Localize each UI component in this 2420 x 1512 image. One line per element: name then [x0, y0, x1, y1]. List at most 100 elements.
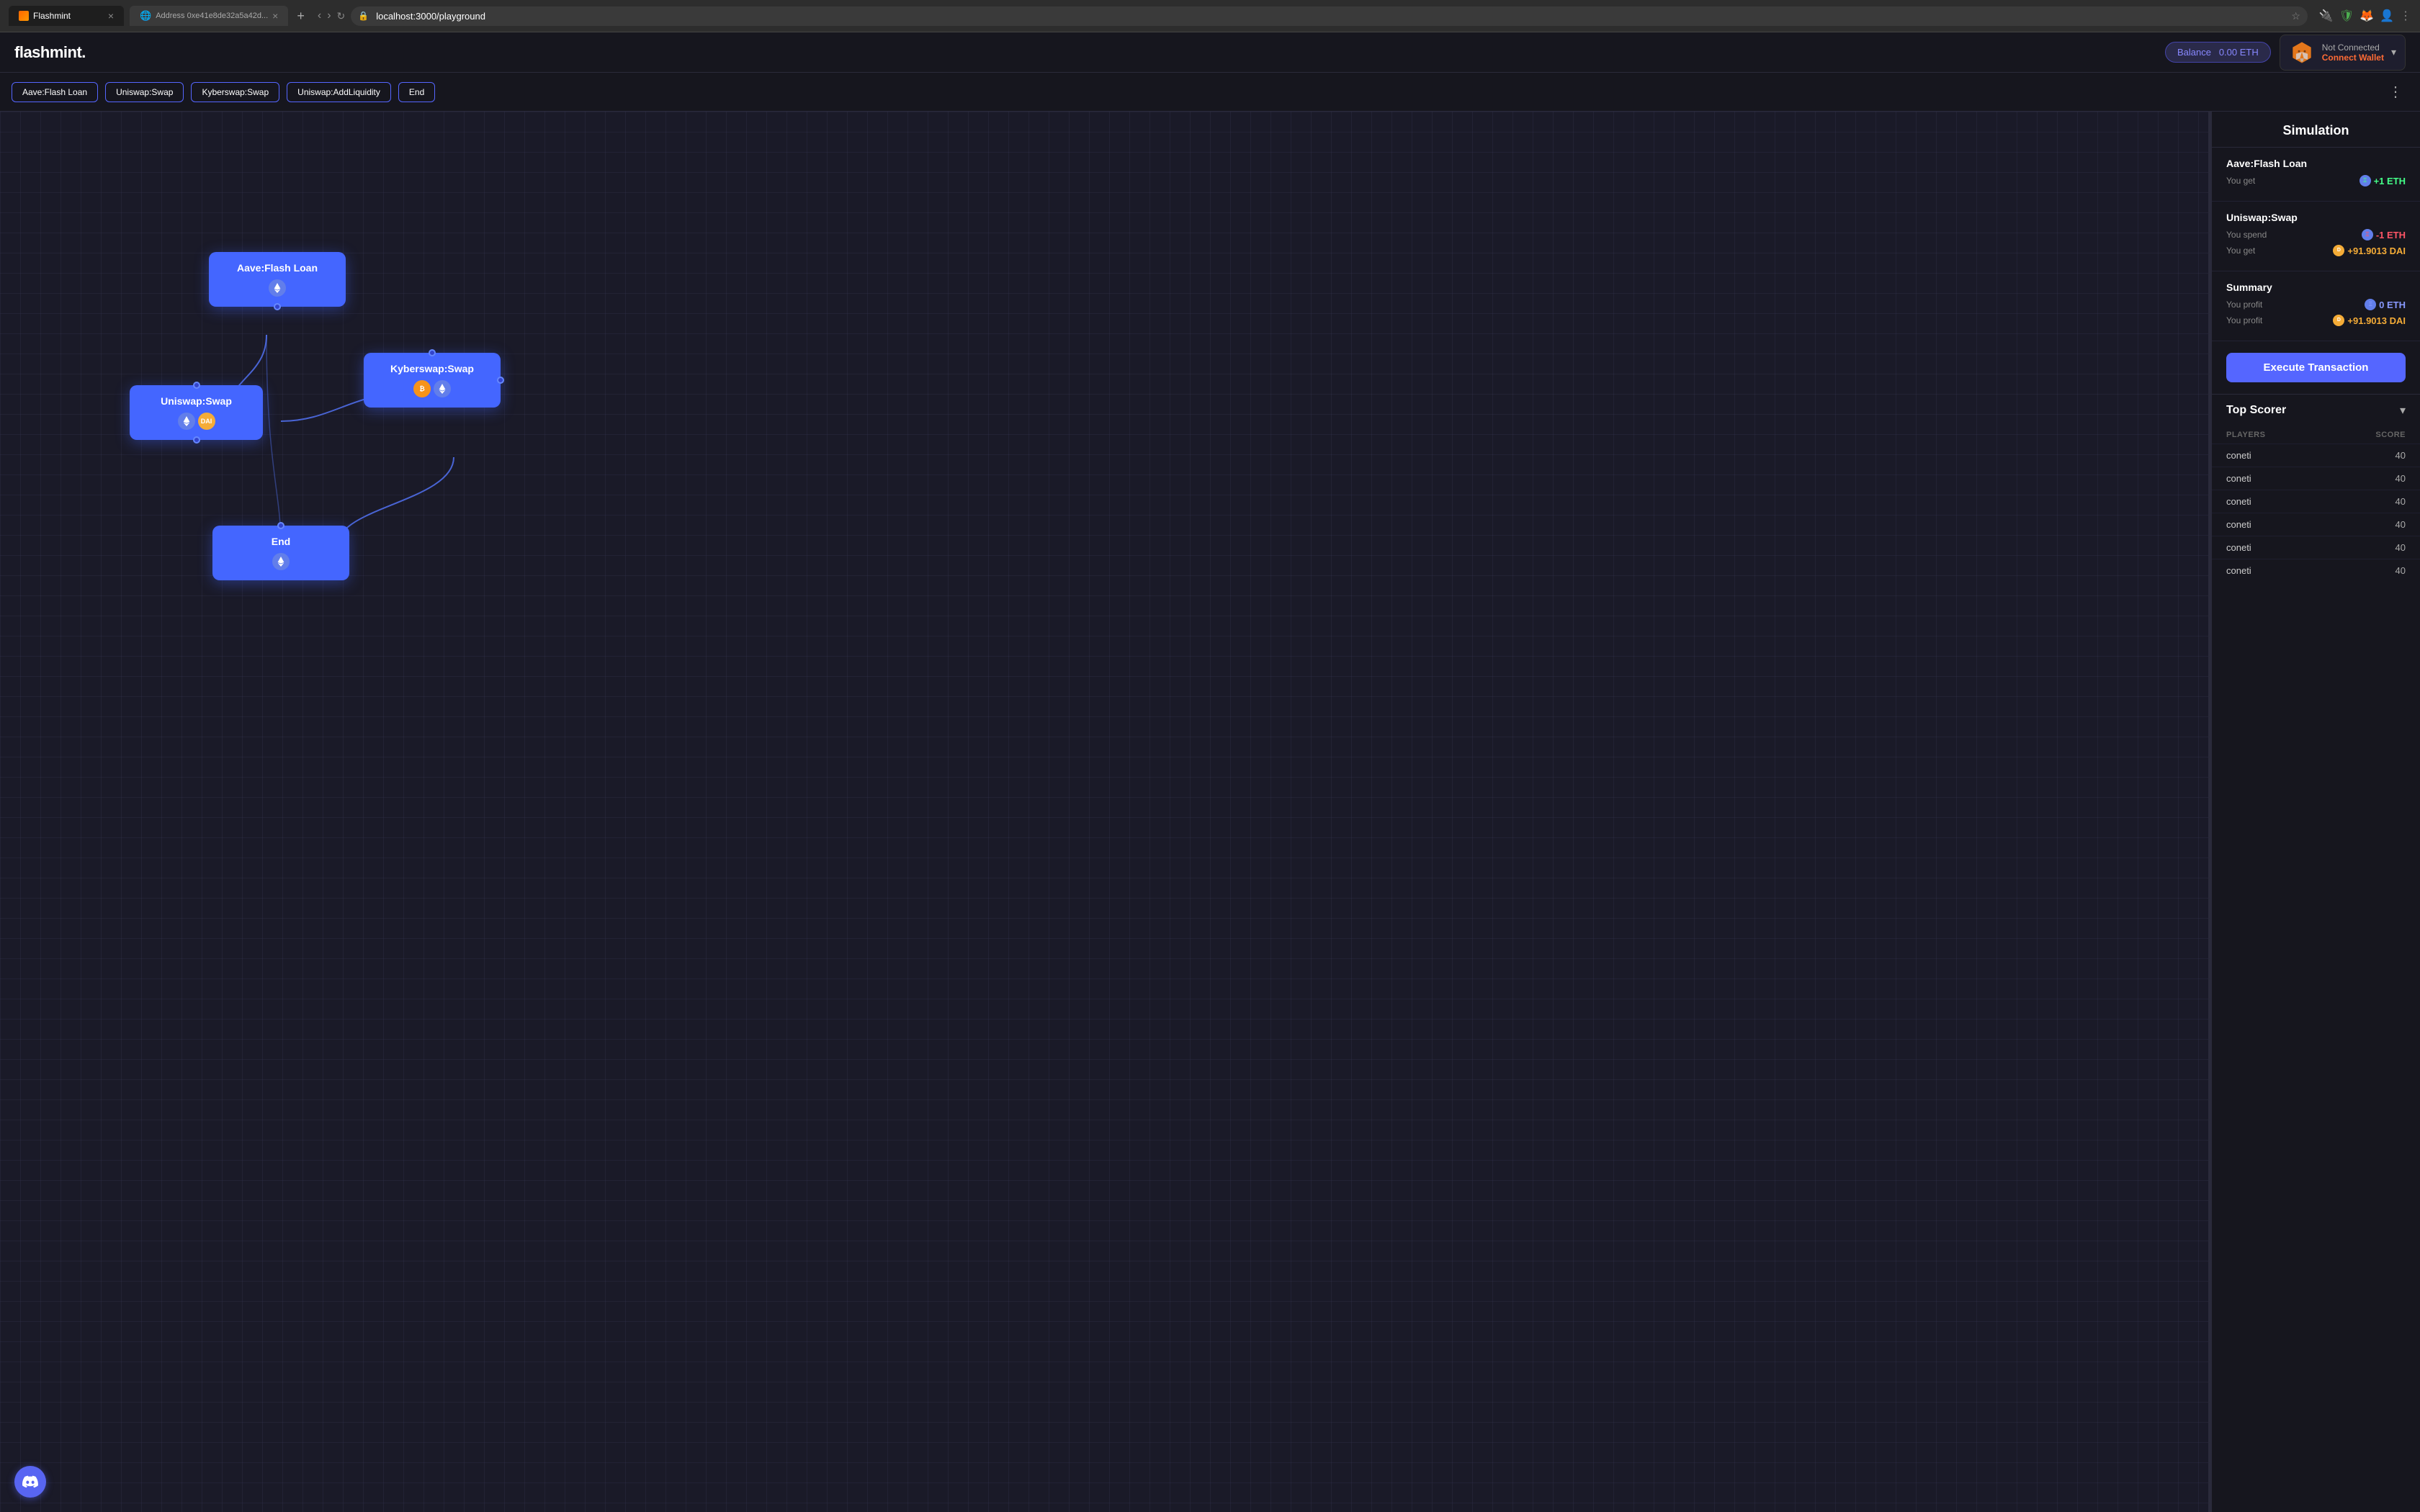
new-tab-button[interactable]: + — [297, 9, 305, 24]
eth-icon-small-3: Ξ — [2365, 299, 2376, 310]
scorer-cell-score: 40 — [2323, 467, 2420, 490]
scorer-row: coneti 40 — [2212, 513, 2420, 536]
toolbar-btn-aave-flash-loan[interactable]: Aave:Flash Loan — [12, 82, 98, 102]
extension-icon-3[interactable]: 🦊 — [2360, 9, 2374, 23]
token-btc-icon: ₿ — [413, 380, 431, 397]
scorer-header[interactable]: Top Scorer ▾ — [2212, 394, 2420, 426]
wallet-info: Not Connected Connect Wallet — [2322, 42, 2384, 63]
canvas-area[interactable]: Aave:Flash Loan Uniswap:Swap DAI — [0, 112, 2208, 1512]
tab-flashmint[interactable]: Flashmint × — [9, 6, 124, 26]
secure-icon: 🔒 — [358, 11, 369, 21]
top-scorer-section: Top Scorer ▾ PLAYERS SCORE coneti 40 con… — [2212, 394, 2420, 589]
sim-label-uniswap-get: You get — [2226, 246, 2255, 256]
node-kyberswap-conn-top — [429, 349, 436, 356]
scorer-row: coneti 40 — [2212, 490, 2420, 513]
node-kyberswap-conn-right — [497, 377, 504, 384]
wallet-connect-label[interactable]: Connect Wallet — [2322, 53, 2384, 63]
sim-row-summary-eth: You profit Ξ 0 ETH — [2226, 299, 2406, 310]
sim-value-uniswap-spend: Ξ -1 ETH — [2362, 229, 2406, 240]
sim-value-uniswap-get: D +91.9013 DAI — [2333, 245, 2406, 256]
sim-block-summary: Summary You profit Ξ 0 ETH You profit D … — [2212, 271, 2420, 341]
main-content: Aave:Flash Loan Uniswap:Swap DAI — [0, 112, 2420, 1512]
scorer-cell-score: 40 — [2323, 490, 2420, 513]
tab-close-flashmint[interactable]: × — [108, 10, 114, 22]
dai-icon-small-2: D — [2333, 315, 2344, 326]
balance-label: Balance — [2177, 47, 2211, 58]
eth-icon-small: Ξ — [2360, 175, 2371, 186]
scorer-row: coneti 40 — [2212, 467, 2420, 490]
extension-icon-4[interactable]: 👤 — [2380, 9, 2394, 23]
star-icon[interactable]: ☆ — [2291, 10, 2300, 22]
top-nav: flashmint. Balance 0.00 ETH Not Connecte… — [0, 32, 2420, 73]
discord-button[interactable] — [14, 1466, 46, 1498]
toolbar-btn-uniswap-add-liquidity[interactable]: Uniswap:AddLiquidity — [287, 82, 391, 102]
wallet-status: Not Connected — [2322, 42, 2384, 53]
token-eth-icon — [269, 279, 286, 297]
token-dai-icon-uni: DAI — [198, 413, 215, 430]
logo: flashmint. — [14, 43, 86, 62]
more-options-button[interactable]: ⋮ — [2383, 80, 2408, 104]
token-eth-icon-end — [272, 553, 290, 570]
node-aave-conn-bottom — [274, 303, 281, 310]
execute-transaction-button[interactable]: Execute Transaction — [2226, 353, 2406, 382]
extension-icon-2[interactable]: 🛡 — [2339, 9, 2354, 23]
sim-label-summary-eth: You profit — [2226, 300, 2262, 310]
node-aave-icons — [269, 279, 286, 297]
node-end-label: End — [272, 536, 290, 547]
sim-row-uniswap-get: You get D +91.9013 DAI — [2226, 245, 2406, 256]
token-eth-icon-kyber — [434, 380, 451, 397]
eth-icon-small-2: Ξ — [2362, 229, 2373, 240]
sim-label-aave-get: You get — [2226, 176, 2255, 186]
node-uniswap-icons: DAI — [178, 413, 215, 430]
scorer-cell-score: 40 — [2323, 513, 2420, 536]
sim-block-aave-title: Aave:Flash Loan — [2226, 158, 2406, 169]
tab-address[interactable]: 🌐 Address 0xe41e8de32a5a42d... × — [130, 6, 288, 26]
right-panel: Simulation Aave:Flash Loan You get Ξ +1 … — [2211, 112, 2420, 1512]
forward-button[interactable]: › — [327, 9, 331, 22]
sim-label-summary-dai: You profit — [2226, 315, 2262, 325]
sim-block-aave: Aave:Flash Loan You get Ξ +1 ETH — [2212, 148, 2420, 202]
toolbar-btn-kyberswap-swap[interactable]: Kyberswap:Swap — [191, 82, 279, 102]
tab-icon-address: 🌐 — [140, 10, 151, 22]
node-kyberswap-swap[interactable]: Kyberswap:Swap ₿ — [364, 353, 501, 408]
scorer-cell-player: coneti — [2212, 559, 2323, 582]
tab-close-address[interactable]: × — [272, 10, 278, 22]
refresh-button[interactable]: ↻ — [337, 10, 346, 22]
scorer-cell-score: 40 — [2323, 559, 2420, 582]
node-aave-flash-loan[interactable]: Aave:Flash Loan — [209, 252, 346, 307]
sim-label-uniswap-spend: You spend — [2226, 230, 2267, 240]
connections-svg — [0, 112, 2208, 1512]
balance-badge: Balance 0.00 ETH — [2165, 42, 2271, 63]
scorer-col-players: PLAYERS — [2212, 426, 2323, 444]
simulation-title: Simulation — [2212, 112, 2420, 148]
scorer-cell-score: 40 — [2323, 444, 2420, 467]
back-button[interactable]: ‹ — [318, 9, 321, 22]
wallet-chevron-icon: ▾ — [2391, 46, 2396, 58]
node-uniswap-conn-top — [193, 382, 200, 389]
node-uniswap-swap[interactable]: Uniswap:Swap DAI — [130, 385, 263, 440]
scorer-row: coneti 40 — [2212, 444, 2420, 467]
metamask-icon — [2289, 40, 2315, 66]
app-container: flashmint. Balance 0.00 ETH Not Connecte… — [0, 32, 2420, 1512]
dai-icon-small: D — [2333, 245, 2344, 256]
scorer-cell-player: coneti — [2212, 513, 2323, 536]
browser-menu[interactable]: ⋮ — [2400, 9, 2411, 23]
panel-resize-handle[interactable] — [2208, 112, 2211, 1512]
tab-label-address: Address 0xe41e8de32a5a42d... — [156, 12, 268, 20]
node-uniswap-conn-bottom — [193, 436, 200, 444]
browser-extensions: 🔌 🛡 🦊 👤 ⋮ — [2319, 9, 2411, 23]
scorer-cell-player: coneti — [2212, 444, 2323, 467]
token-eth-icon-uni — [178, 413, 195, 430]
tab-label-flashmint: Flashmint — [33, 11, 71, 21]
sim-row-summary-dai: You profit D +91.9013 DAI — [2226, 315, 2406, 326]
toolbar-btn-uniswap-swap[interactable]: Uniswap:Swap — [105, 82, 184, 102]
node-end-conn-top — [277, 522, 284, 529]
node-end[interactable]: End — [212, 526, 349, 580]
node-kyberswap-label: Kyberswap:Swap — [390, 363, 474, 374]
extension-icon-1[interactable]: 🔌 — [2319, 9, 2334, 23]
toolbar-btn-end[interactable]: End — [398, 82, 435, 102]
url-input[interactable] — [373, 9, 2287, 23]
url-bar[interactable]: 🔒 ☆ — [351, 6, 2308, 26]
scorer-title: Top Scorer — [2226, 404, 2286, 417]
wallet-section[interactable]: Not Connected Connect Wallet ▾ — [2280, 35, 2406, 71]
